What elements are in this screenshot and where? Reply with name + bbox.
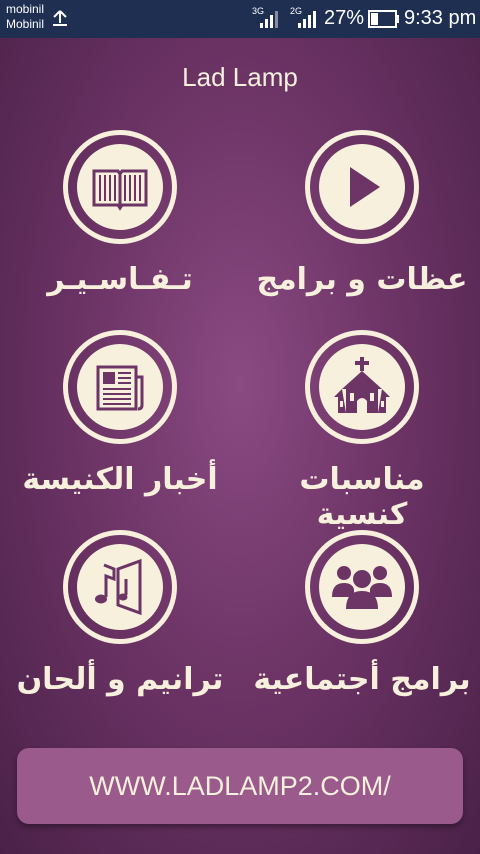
menu-item-hymns[interactable]: ترانيم و ألحان [10, 530, 230, 700]
menu-icon-ring [305, 130, 419, 244]
menu-icon-ring [305, 530, 419, 644]
menu-icon-ring [63, 330, 177, 444]
battery-percentage: 27% [324, 7, 365, 29]
menu-item-label: عظات و برامج [256, 262, 468, 297]
menu-icon-ring [305, 330, 419, 444]
newspaper-icon [96, 365, 144, 411]
menu-item-label: ترانيم و ألحان [16, 662, 224, 697]
menu-item-label: مناسبات كنسية [299, 462, 425, 532]
status-bar: mobinil Mobinil 3G 2G 27% 9:33 pm [0, 0, 480, 38]
carrier-name: mobinil [6, 2, 45, 16]
music-icon [95, 558, 142, 616]
menu-item-church-occasions[interactable]: مناسبات كنسية [252, 330, 472, 532]
menu-item-label: أخبار الكنيسة [22, 462, 218, 497]
church-icon [334, 357, 390, 413]
play-icon [350, 167, 380, 207]
upload-icon [53, 10, 67, 26]
website-link-button[interactable]: WWW.LADLAMP2.COM/ [17, 748, 463, 824]
clock: 9:33 pm [404, 7, 477, 29]
menu-icon-ring [63, 130, 177, 244]
battery-icon [368, 10, 399, 28]
menu-icon-ring [63, 530, 177, 644]
signal-bars-icon [298, 11, 316, 28]
book-icon [92, 169, 148, 211]
menu-item-label: تـفـاسـيـر [47, 262, 193, 297]
menu-item-interpretations[interactable]: تـفـاسـيـر [10, 130, 230, 300]
app-title: Lad Lamp [182, 62, 298, 92]
carrier-name-secondary: Mobinil [6, 17, 45, 31]
menu-item-sermons[interactable]: عظات و برامج [252, 130, 472, 300]
people-icon [332, 566, 392, 609]
menu-item-label: برامج أجتماعية [253, 662, 471, 697]
menu-item-church-news[interactable]: أخبار الكنيسة [10, 330, 230, 500]
signal-bars-icon [260, 11, 278, 28]
menu-item-social-programs[interactable]: برامج أجتماعية [252, 530, 472, 700]
